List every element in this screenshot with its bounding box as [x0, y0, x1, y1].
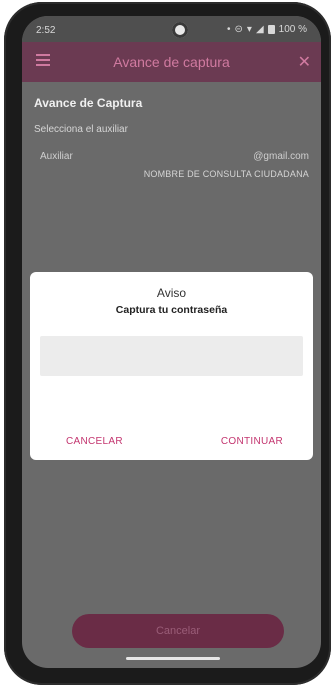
phone-frame: 2:52 • ⊝ ▾ ◢ 100 % Avance de captura ✕ A… — [4, 2, 331, 685]
settings-icon: ⊝ — [234, 24, 243, 35]
main-content: Avance de Captura Selecciona el auxiliar… — [34, 88, 309, 179]
home-indicator[interactable] — [126, 657, 220, 660]
section-subtitle: Selecciona el auxiliar — [34, 124, 128, 135]
wifi-icon: ▾ — [246, 24, 252, 35]
close-icon[interactable]: ✕ — [298, 52, 311, 72]
continue-button[interactable]: CONTINUAR — [221, 436, 283, 447]
status-bar: 2:52 • ⊝ ▾ ◢ 100 % — [22, 16, 321, 42]
screen: 2:52 • ⊝ ▾ ◢ 100 % Avance de captura ✕ A… — [22, 16, 321, 668]
password-dialog: Aviso Captura tu contraseña CANCELAR CON… — [30, 272, 313, 460]
cancel-button[interactable]: CANCELAR — [66, 436, 123, 447]
dot-icon: • — [227, 24, 231, 35]
section-title: Avance de Captura — [34, 96, 143, 110]
dialog-title: Aviso — [156, 286, 187, 300]
aux-label: Auxiliar — [40, 151, 73, 162]
battery-level: 100 % — [278, 24, 307, 35]
page-title: Avance de captura — [113, 54, 230, 70]
signal-icon: ◢ — [255, 24, 264, 35]
bottom-cancel-button[interactable]: Cancelar — [72, 614, 284, 648]
aux-row[interactable]: Auxiliar @gmail.com NOMBRE DE CONSULTA C… — [34, 151, 309, 179]
password-input[interactable] — [40, 336, 303, 376]
status-icons: • ⊝ ▾ ◢ 100 % — [227, 24, 307, 35]
status-time: 2:52 — [36, 25, 56, 36]
camera-icon — [172, 22, 188, 38]
aux-email: @gmail.com — [253, 151, 309, 162]
app-bar: Avance de captura ✕ — [22, 42, 321, 82]
battery-icon — [267, 25, 275, 34]
aux-name: NOMBRE DE CONSULTA CIUDADANA — [143, 169, 309, 179]
dialog-subtitle: Captura tu contraseña — [115, 304, 228, 316]
